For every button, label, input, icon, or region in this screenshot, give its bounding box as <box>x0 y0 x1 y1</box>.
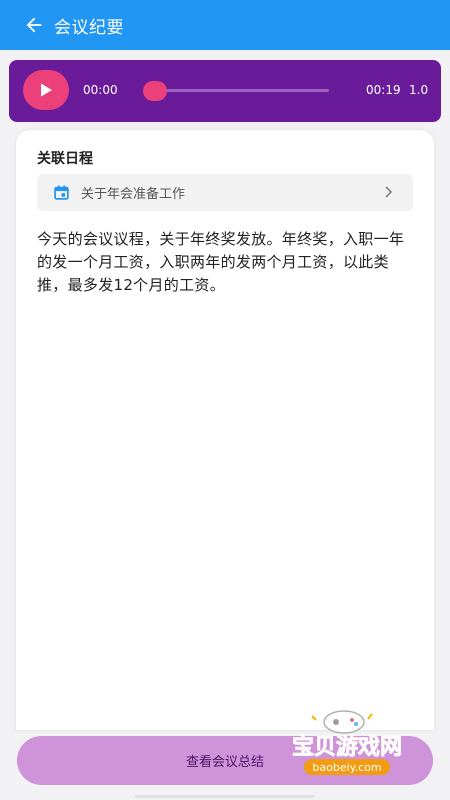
svg-text:baobeiy.com: baobeiy.com <box>312 761 381 774</box>
content-card: 关联日程 关于年会准备工作 今天的会议议程，关于年终奖发放。年终奖，入职一年的发… <box>16 130 434 730</box>
home-indicator <box>135 795 315 798</box>
linked-schedule-label: 关于年会准备工作 <box>81 187 186 202</box>
back-button[interactable] <box>12 3 56 47</box>
watermark-logo: 宝贝游戏网 baobeiy.com <box>292 734 402 775</box>
chevron-right-icon <box>385 186 393 198</box>
meeting-notes-text: 今天的会议议程，关于年终奖发放。年终奖，入职一年的发一个月工资，入职两年的发两个… <box>37 230 405 294</box>
audio-player: 00:00 00:19 1.0 <box>9 60 441 122</box>
arrow-left-icon <box>26 17 42 33</box>
total-time: 00:19 <box>366 83 401 97</box>
calendar-icon <box>54 185 69 200</box>
page-title: 会议纪要 <box>54 17 124 38</box>
watermark: 宝贝游戏网 baobeiy.com <box>272 702 422 782</box>
view-summary-label: 查看会议总结 <box>185 755 264 770</box>
progress-track[interactable] <box>153 89 329 92</box>
svg-text:宝贝游戏网: 宝贝游戏网 <box>292 734 402 760</box>
current-time: 00:00 <box>83 83 118 97</box>
app-bar: 会议纪要 <box>0 0 450 50</box>
play-icon <box>41 83 52 97</box>
linked-schedule-item[interactable]: 关于年会准备工作 <box>37 174 413 211</box>
play-button[interactable] <box>23 70 69 110</box>
linked-schedule-title: 关联日程 <box>37 151 93 167</box>
playback-speed[interactable]: 1.0 <box>409 83 428 97</box>
progress-thumb[interactable] <box>143 81 167 101</box>
